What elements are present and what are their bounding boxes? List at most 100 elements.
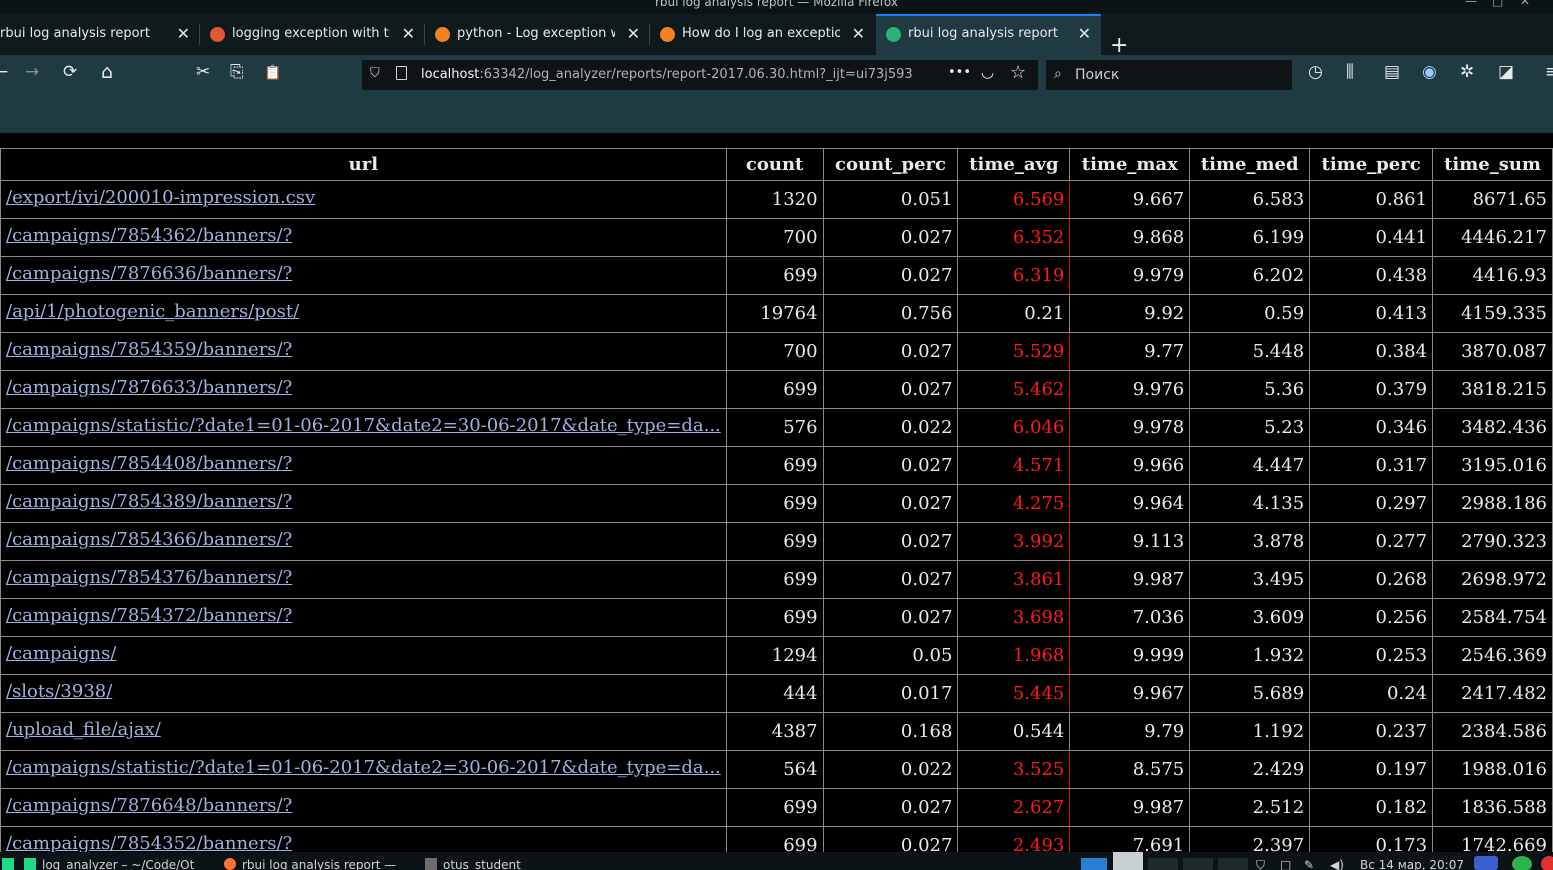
column-header-time-med[interactable]: time_med bbox=[1189, 148, 1311, 181]
workspace-2[interactable] bbox=[1113, 852, 1143, 870]
tab[interactable]: logging exception with traceback ✕ bbox=[200, 14, 425, 55]
close-icon[interactable]: ✕ bbox=[627, 24, 640, 43]
cell-time-max: 9.79 bbox=[1069, 712, 1191, 751]
cell-time-max: 9.92 bbox=[1069, 294, 1191, 333]
url-link[interactable]: /campaigns/7854376/banners/? bbox=[6, 567, 292, 588]
close-icon[interactable]: ✕ bbox=[852, 24, 865, 43]
cell-time-med: 6.583 bbox=[1189, 180, 1311, 219]
column-header-time-max[interactable]: time_max bbox=[1069, 148, 1191, 181]
page-actions-icon[interactable]: ••• bbox=[948, 65, 971, 80]
url-link[interactable]: /campaigns/7854372/banners/? bbox=[6, 605, 292, 626]
grammarly-icon[interactable] bbox=[1512, 856, 1532, 870]
cell-time-perc: 0.413 bbox=[1309, 294, 1434, 333]
sidebar-icon[interactable]: ▤ bbox=[1384, 64, 1400, 81]
pocket-icon[interactable]: ◡ bbox=[981, 63, 994, 81]
tab-active[interactable]: rbui log analysis report ✕ bbox=[876, 14, 1101, 55]
cell-count: 1294 bbox=[725, 636, 824, 675]
tab[interactable]: How do I log an exception at warning ✕ bbox=[650, 14, 875, 55]
url-link[interactable]: /campaigns/7876648/banners/? bbox=[6, 795, 292, 816]
url-link[interactable]: /campaigns/7854389/banners/? bbox=[6, 491, 292, 512]
column-header-count-perc[interactable]: count_perc bbox=[822, 148, 959, 181]
url-cell: /campaigns/ bbox=[0, 636, 727, 675]
page-info-icon[interactable] bbox=[396, 66, 407, 80]
tab[interactable]: rbui log analysis report ✕ bbox=[0, 14, 200, 55]
paste-icon[interactable]: 📋 bbox=[264, 66, 281, 80]
cell-count: 564 bbox=[725, 750, 824, 789]
tray-pen-icon[interactable]: ✎ bbox=[1304, 858, 1314, 870]
url-link[interactable]: /campaigns/7854366/banners/? bbox=[6, 529, 292, 550]
account-icon[interactable]: ◉ bbox=[1422, 64, 1437, 81]
url-link[interactable]: /campaigns/7854352/banners/? bbox=[6, 833, 292, 854]
column-header-time-perc[interactable]: time_perc bbox=[1309, 148, 1434, 181]
column-header-time-sum[interactable]: time_sum bbox=[1432, 148, 1553, 181]
column-header-url[interactable]: url bbox=[0, 148, 727, 181]
copy-icon[interactable]: ⎘ bbox=[230, 64, 244, 81]
workspace-4[interactable] bbox=[1183, 858, 1213, 870]
tray-window-icon[interactable]: □ bbox=[1280, 858, 1291, 870]
taskbar-item[interactable]: rbui log analysis report — bbox=[224, 858, 396, 870]
workspace-1[interactable] bbox=[1081, 858, 1107, 870]
close-icon[interactable]: ✕ bbox=[1078, 24, 1091, 43]
column-header-count[interactable]: count bbox=[725, 148, 824, 181]
workspace-5[interactable] bbox=[1218, 858, 1248, 870]
toolbar-band bbox=[0, 96, 1553, 133]
maximize-icon[interactable]: □ bbox=[1492, 0, 1503, 8]
url-link[interactable]: /campaigns/ bbox=[6, 643, 116, 664]
settings-icon[interactable]: ✲ bbox=[1460, 64, 1474, 81]
search-bar[interactable]: ⌕ bbox=[1046, 60, 1292, 90]
taskbar-item[interactable]: otus_student bbox=[425, 858, 521, 870]
workspace-3[interactable] bbox=[1148, 858, 1178, 870]
column-header-time-avg[interactable]: time_avg bbox=[957, 148, 1071, 181]
url-link[interactable]: /slots/3938/ bbox=[6, 681, 112, 702]
url-link[interactable]: /campaigns/7854408/banners/? bbox=[6, 453, 292, 474]
url-link[interactable]: /upload_file/ajax/ bbox=[6, 719, 161, 740]
network-icon[interactable] bbox=[1474, 856, 1498, 870]
cell-time-sum: 2988.186 bbox=[1432, 484, 1553, 523]
cell-time-sum: 3818.215 bbox=[1432, 370, 1553, 409]
url-link[interactable]: /campaigns/7854362/banners/? bbox=[6, 225, 292, 246]
cell-count-perc: 0.027 bbox=[822, 484, 959, 523]
tab[interactable]: python - Log exception with traceback ✕ bbox=[425, 14, 650, 55]
cell-time-med: 5.36 bbox=[1189, 370, 1311, 409]
table-row: /api/1/photogenic_banners/post/19764 0.75… bbox=[0, 294, 1553, 333]
screenshot-icon[interactable]: ◪ bbox=[1498, 64, 1514, 81]
cell-time-avg: 3.698 bbox=[957, 598, 1071, 637]
bookmark-star-icon[interactable]: ☆ bbox=[1010, 62, 1026, 83]
tray-shield-icon[interactable]: ⛉ bbox=[1256, 858, 1265, 870]
history-icon[interactable]: ◷ bbox=[1308, 64, 1323, 81]
taskbar-item[interactable]: log_analyzer – ~/Code/Ot bbox=[24, 858, 194, 870]
url-link[interactable]: /export/ivi/200010-impression.csv bbox=[6, 187, 315, 208]
volume-icon[interactable]: ◀) bbox=[1330, 858, 1344, 870]
clock[interactable]: Вс 14 мар, 20:07 bbox=[1360, 858, 1464, 870]
cut-icon[interactable]: ✂ bbox=[196, 64, 210, 81]
cell-time-max: 9.987 bbox=[1069, 788, 1191, 827]
cell-time-avg: 5.445 bbox=[957, 674, 1071, 713]
forward-icon[interactable]: → bbox=[25, 64, 39, 81]
home-icon[interactable]: ⌂ bbox=[101, 63, 113, 82]
url-cell: /campaigns/7854359/banners/? bbox=[0, 332, 727, 371]
app-launcher-icon[interactable] bbox=[2, 858, 20, 870]
search-input[interactable] bbox=[1075, 63, 1280, 87]
table-row: /campaigns/7854359/banners/? 700 0.027 5.52… bbox=[0, 332, 1553, 371]
url-text[interactable]: localhost:63342/log_analyzer/reports/rep… bbox=[421, 67, 913, 82]
url-link[interactable]: /campaigns/statistic/?date1=01-06-2017&d… bbox=[6, 415, 721, 436]
tab-label: rbui log analysis report bbox=[908, 26, 1059, 41]
cell-time-sum: 2698.972 bbox=[1432, 560, 1553, 599]
url-link[interactable]: /campaigns/statistic/?date1=01-06-2017&d… bbox=[6, 757, 721, 778]
library-icon[interactable]: ⫼ bbox=[1346, 64, 1354, 81]
report-table: url count count_perc time_avg time_max t… bbox=[0, 148, 1553, 865]
new-tab-button[interactable]: + bbox=[1110, 35, 1128, 57]
close-icon[interactable]: ✕ bbox=[177, 24, 190, 43]
menu-icon[interactable]: ≡ bbox=[1545, 64, 1553, 81]
close-window-icon[interactable]: ✕ bbox=[1520, 0, 1530, 8]
url-link[interactable]: /campaigns/7876633/banners/? bbox=[6, 377, 292, 398]
minimize-icon[interactable]: — bbox=[1465, 0, 1477, 8]
back-icon[interactable]: ← bbox=[0, 64, 8, 81]
url-link[interactable]: /campaigns/7876636/banners/? bbox=[6, 263, 292, 284]
url-bar[interactable]: ⛉ localhost:63342/log_analyzer/reports/r… bbox=[362, 60, 1038, 90]
notification-icon[interactable] bbox=[1541, 856, 1553, 870]
close-icon[interactable]: ✕ bbox=[402, 24, 415, 43]
reload-icon[interactable]: ⟳ bbox=[63, 64, 77, 81]
url-link[interactable]: /api/1/photogenic_banners/post/ bbox=[6, 301, 299, 322]
url-link[interactable]: /campaigns/7854359/banners/? bbox=[6, 339, 292, 360]
